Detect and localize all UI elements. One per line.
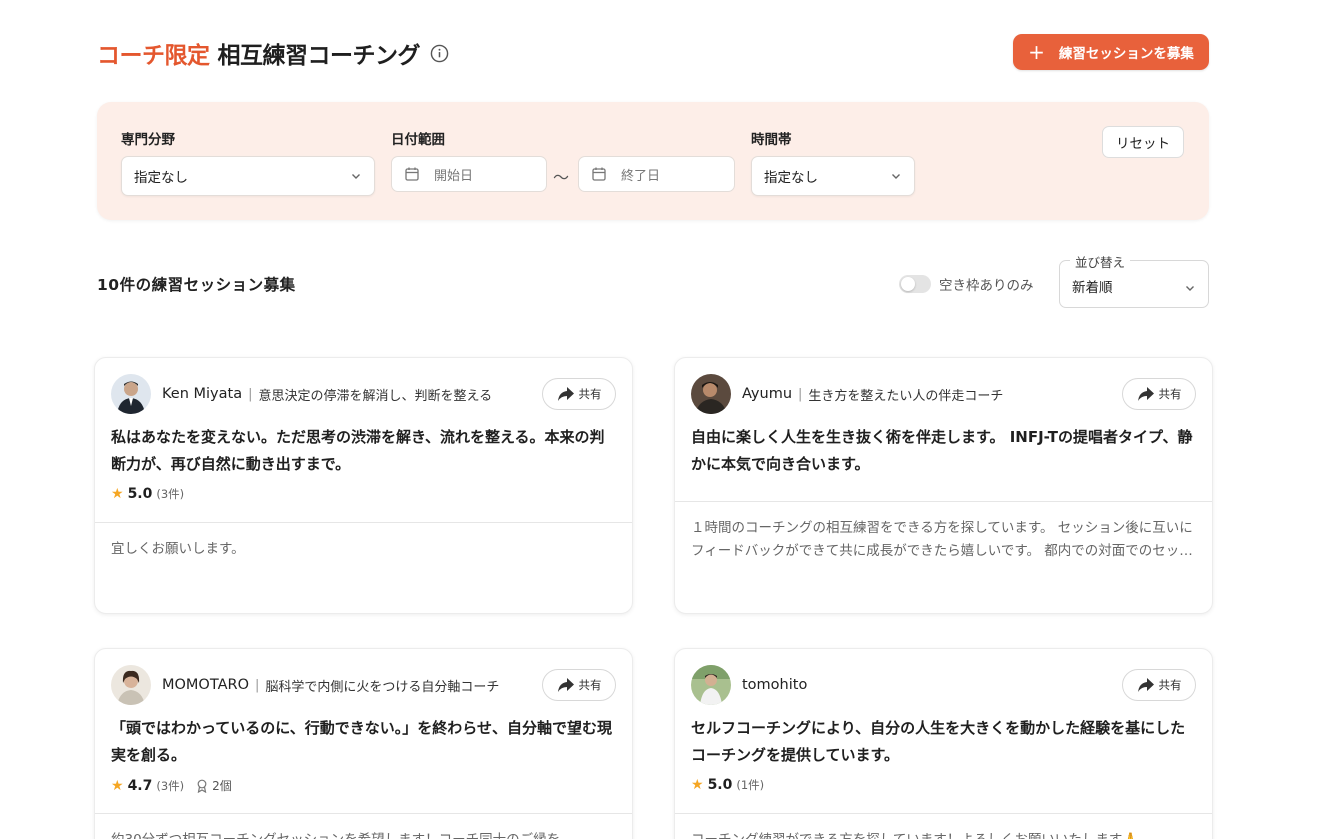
review-count: (1件) — [736, 778, 765, 792]
card-divider — [675, 501, 1212, 502]
share-button[interactable]: 共有 — [1122, 669, 1196, 701]
card-description: １時間のコーチングの相互練習をできる方を探しています。 セッション後に互いにフィ… — [691, 520, 1193, 559]
share-label: 共有 — [578, 387, 602, 401]
chevron-down-icon — [1184, 279, 1196, 298]
available-only-toggle[interactable] — [899, 275, 931, 293]
share-arrow-icon — [557, 678, 574, 692]
rating: ★ 5.0 (3件) — [111, 486, 184, 502]
rating-score: 5.0 — [707, 777, 733, 793]
avatar — [111, 374, 151, 414]
review-count: (3件) — [156, 487, 185, 501]
page-header: コーチ限定 相互練習コーチング + 練習セッションを募集 — [97, 34, 1209, 70]
coach-tagline: 意思決定の停滞を解消し、判断を整える — [258, 388, 493, 404]
time-slot-label: 時間帯 — [751, 132, 792, 148]
name-separator: | — [248, 386, 253, 402]
session-card[interactable]: Ken Miyata | 意思決定の停滞を解消し、判断を整える 共有 私はあなた… — [94, 357, 633, 614]
post-session-label: 練習セッションを募集 — [1058, 46, 1194, 62]
coach-tagline: 生き方を整えたい人の伴走コーチ — [808, 388, 1004, 404]
rating-score: 5.0 — [127, 486, 153, 502]
rating: ★ 5.0 (1件) — [691, 777, 764, 793]
card-description: 約30分ずつ相互コーチングセッションを希望します！コーチ同士のご縁を — [111, 829, 616, 839]
avatar — [691, 665, 731, 705]
share-arrow-icon — [557, 387, 574, 401]
name-separator: | — [798, 386, 803, 402]
start-date-placeholder: 開始日 — [434, 168, 474, 184]
post-session-button[interactable]: + 練習セッションを募集 — [1013, 34, 1209, 70]
share-button[interactable]: 共有 — [1122, 378, 1196, 410]
card-divider — [95, 813, 632, 814]
rating-score: 4.7 — [127, 777, 153, 794]
time-slot-value: 指定なし — [764, 170, 818, 186]
filter-panel: 専門分野 指定なし 日付範囲 開始日 〜 終了日 時間帯 指定なし リセット — [97, 102, 1209, 220]
date-range-label: 日付範囲 — [391, 132, 445, 148]
info-icon[interactable] — [430, 44, 449, 63]
chevron-down-icon — [350, 170, 362, 186]
page-title: コーチ限定 相互練習コーチング — [97, 36, 449, 70]
specialty-label: 専門分野 — [121, 132, 175, 148]
card-headline: 「頭ではわかっているのに、行動できない。」を終わらせ、自分軸で望む現実を創る。 — [111, 719, 613, 764]
card-divider — [675, 813, 1212, 814]
coach-name: Ayumu — [742, 386, 793, 402]
card-divider — [95, 522, 632, 523]
card-headline: セルフコーチングにより、自分の人生を大きくを動かした経験を基にしたコーチングを提… — [691, 719, 1186, 764]
coach-name: tomohito — [742, 677, 808, 693]
share-label: 共有 — [1158, 387, 1182, 401]
share-arrow-icon — [1137, 387, 1154, 401]
coach-name: Ken Miyata — [162, 386, 243, 402]
sort-value: 新着順 — [1072, 280, 1113, 296]
sort-select[interactable]: 並び替え 新着順 — [1059, 252, 1209, 308]
card-description: コーチング練習ができる方を探しています！よろしくお願いいたします🙏 — [691, 829, 1196, 839]
title-accent: コーチ限定 — [97, 43, 210, 69]
rating: ★ 4.7 (3件) 2個 — [111, 777, 232, 794]
reset-button[interactable]: リセット — [1102, 126, 1184, 158]
specialty-select[interactable]: 指定なし — [121, 156, 375, 196]
badge-count-value: 2個 — [212, 779, 232, 793]
share-button[interactable]: 共有 — [542, 378, 616, 410]
card-header: Ayumu | 生き方を整えたい人の伴走コーチ 共有 — [691, 374, 1196, 414]
title-main: 相互練習コーチング — [217, 43, 421, 69]
available-only-label: 空き枠ありのみ — [939, 278, 1034, 294]
results-count: 10件の練習セッション募集 — [97, 276, 296, 294]
coach-name: MOMOTARO — [162, 677, 249, 693]
name-separator: | — [255, 677, 260, 693]
date-separator: 〜 — [553, 168, 570, 187]
specialty-value: 指定なし — [134, 170, 188, 186]
avatar — [691, 374, 731, 414]
available-only-toggle-group: 空き枠ありのみ — [899, 274, 1034, 294]
session-card[interactable]: MOMOTARO | 脳科学で内側に火をつける自分軸コーチ 共有 「頭ではわかっ… — [94, 648, 633, 839]
sort-legend: 並び替え — [1070, 252, 1131, 271]
star-icon: ★ — [691, 777, 704, 793]
session-card[interactable]: Ayumu | 生き方を整えたい人の伴走コーチ 共有 自由に楽しく人生を生き抜く… — [674, 357, 1213, 614]
start-date-input[interactable]: 開始日 — [391, 156, 547, 192]
end-date-placeholder: 終了日 — [621, 168, 661, 184]
card-headline: 私はあなたを変えない。ただ思考の渋滞を解き、流れを整える。本来の判断力が、再び自… — [111, 428, 605, 473]
star-icon: ★ — [111, 777, 124, 794]
card-header: MOMOTARO | 脳科学で内側に火をつける自分軸コーチ 共有 — [111, 665, 616, 705]
star-icon: ★ — [111, 486, 124, 502]
chevron-down-icon — [890, 170, 902, 186]
calendar-icon — [404, 166, 420, 182]
card-header: Ken Miyata | 意思決定の停滞を解消し、判断を整える 共有 — [111, 374, 616, 414]
coach-tagline: 脳科学で内側に火をつける自分軸コーチ — [265, 679, 500, 695]
calendar-icon — [591, 166, 607, 182]
card-description: 宜しくお願いします。 — [111, 541, 245, 557]
share-label: 共有 — [578, 678, 602, 692]
end-date-input[interactable]: 終了日 — [578, 156, 735, 192]
avatar — [111, 665, 151, 705]
share-label: 共有 — [1158, 678, 1182, 692]
share-button[interactable]: 共有 — [542, 669, 616, 701]
badge-count: 2個 — [196, 777, 232, 794]
award-ribbon-icon — [197, 779, 207, 793]
plus-icon: + — [1028, 40, 1045, 64]
session-card[interactable]: tomohito 共有 セルフコーチングにより、自分の人生を大きくを動かした経験… — [674, 648, 1213, 839]
toggle-knob — [901, 277, 915, 291]
share-arrow-icon — [1137, 678, 1154, 692]
card-headline: 自由に楽しく人生を生き抜く術を伴走します。 INFJ-Tの提唱者タイプ、静かに本… — [691, 428, 1193, 473]
card-header: tomohito 共有 — [691, 665, 1196, 705]
time-slot-select[interactable]: 指定なし — [751, 156, 915, 196]
review-count: (3件) — [156, 778, 185, 793]
